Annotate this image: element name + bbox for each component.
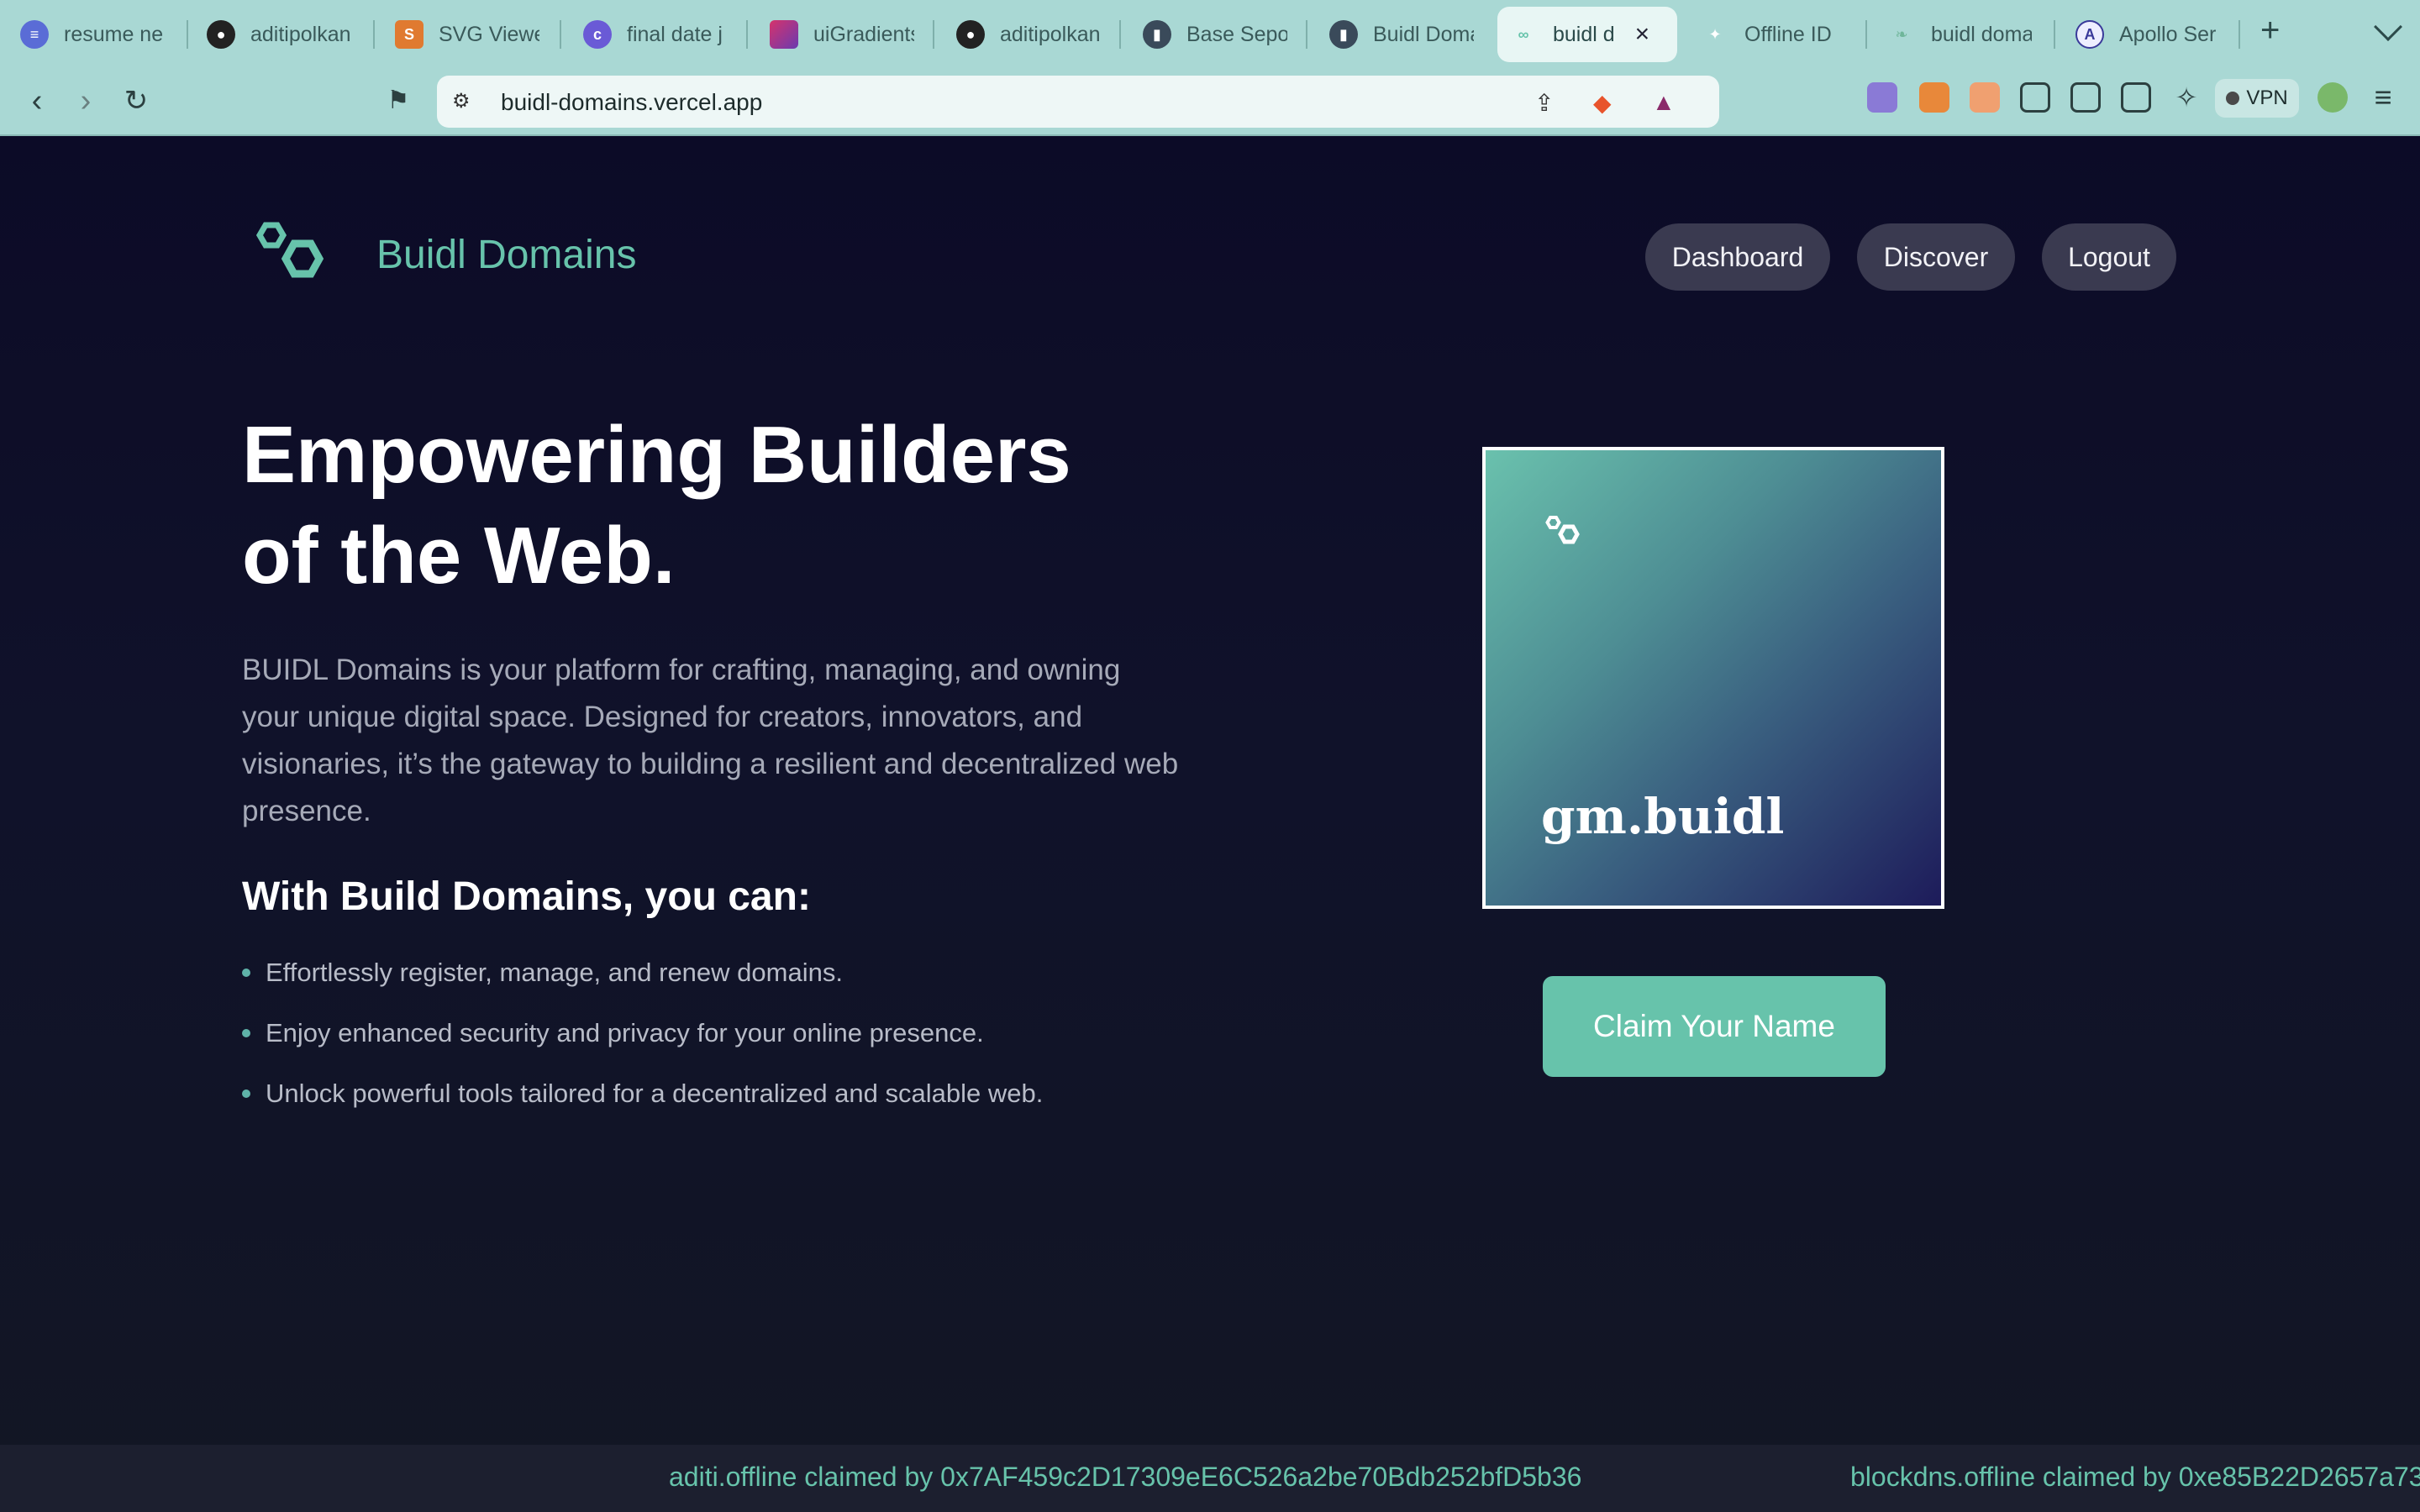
hexagons-icon: ∞ xyxy=(1518,25,1529,43)
leaf-icon: ❧ xyxy=(1895,25,1908,43)
claim-your-name-button[interactable]: Claim Your Name xyxy=(1543,976,1886,1077)
feature-item: Unlock powerful tools tailored for a dec… xyxy=(242,1079,1043,1109)
discover-button[interactable]: Discover xyxy=(1857,223,2015,291)
browser-toolbar: ‹ › ↻ ⚑ ⚙ buidl-domains.vercel.app ⇪ ◆ ▲… xyxy=(0,67,2420,136)
tab-github-1[interactable]: ● aditipolkan xyxy=(207,7,351,62)
github-icon: ● xyxy=(207,20,235,49)
brand-name[interactable]: Buidl Domains xyxy=(376,232,636,278)
logout-button[interactable]: Logout xyxy=(2042,223,2176,291)
browser-tab-bar: ≡ resume ne ● aditipolkan S SVG Viewe c … xyxy=(0,0,2420,67)
metamask-icon[interactable] xyxy=(1919,82,1949,113)
tab-resume[interactable]: ≡ resume ne xyxy=(20,7,163,62)
puzzle-extensions-icon[interactable] xyxy=(2020,82,2050,113)
domain-preview-card: gm.buidl xyxy=(1482,447,1944,909)
buidl-logo-icon xyxy=(1545,516,1580,544)
profile-avatar[interactable] xyxy=(2317,82,2348,113)
tab-apollo[interactable]: A Apollo Ser xyxy=(2075,7,2216,62)
tab-separator xyxy=(1119,20,1121,49)
tab-separator xyxy=(560,20,561,49)
extension-icon[interactable] xyxy=(1867,82,1897,113)
tab-active-buidl[interactable]: ∞ buidl d × xyxy=(1497,7,1677,62)
leo-ai-icon[interactable]: ✧ xyxy=(2171,82,2202,113)
forward-arrow-icon[interactable]: › xyxy=(69,84,103,118)
extension-icon[interactable] xyxy=(1970,82,2000,113)
tab-separator xyxy=(1306,20,1307,49)
ticker-item: blockdns.offline claimed by 0xe85B22D265… xyxy=(1850,1462,2420,1492)
puzzle-icon: ✦ xyxy=(1708,25,1722,43)
url-text[interactable]: buidl-domains.vercel.app xyxy=(501,89,762,116)
tab-github-2[interactable]: ● aditipolkan xyxy=(956,7,1101,62)
tab-offline-id[interactable]: ✦ Offline ID xyxy=(1701,7,1831,62)
sidebar-icon[interactable] xyxy=(2070,82,2101,113)
buidl-logo-icon xyxy=(255,222,324,278)
feature-item: Enjoy enhanced security and privacy for … xyxy=(242,1018,984,1048)
calendar-icon: c xyxy=(583,20,612,49)
share-icon[interactable]: ⇪ xyxy=(1534,89,1554,117)
vpn-button[interactable]: VPN xyxy=(2215,79,2299,118)
tab-buidl-domains[interactable]: ▮ Buidl Doma xyxy=(1329,7,1474,62)
vpn-status-icon xyxy=(2226,92,2240,105)
chart-icon: ▮ xyxy=(1329,20,1358,49)
tab-separator xyxy=(2238,20,2240,49)
tab-buidl-domains-2[interactable]: ❧ buidl doma xyxy=(1887,7,2032,62)
dashboard-button[interactable]: Dashboard xyxy=(1645,223,1830,291)
features-heading: With Build Domains, you can: xyxy=(242,874,811,919)
address-bar[interactable]: ⚙ buidl-domains.vercel.app ⇪ ◆ ▲ xyxy=(437,76,1719,128)
claims-ticker: aditi.offline claimed by 0x7AF459c2D1730… xyxy=(0,1445,2420,1512)
new-tab-plus-icon[interactable]: + xyxy=(2260,12,2280,50)
tab-separator xyxy=(746,20,748,49)
tab-base-sepolia[interactable]: ▮ Base Sepo xyxy=(1143,7,1287,62)
bullet-icon xyxy=(242,1089,250,1098)
card-domain-name: gm.buidl xyxy=(1541,788,1785,845)
tab-separator xyxy=(2054,20,2055,49)
feature-item: Effortlessly register, manage, and renew… xyxy=(242,958,843,988)
tab-separator xyxy=(373,20,375,49)
github-icon: ● xyxy=(956,20,985,49)
brave-shield-icon[interactable]: ◆ xyxy=(1593,89,1612,117)
svg-viewer-icon: S xyxy=(395,20,424,49)
chart-icon: ▮ xyxy=(1143,20,1171,49)
ticker-item: aditi.offline claimed by 0x7AF459c2D1730… xyxy=(669,1462,1582,1492)
brave-rewards-icon[interactable]: ▲ xyxy=(1652,89,1676,116)
apollo-icon: A xyxy=(2075,20,2104,49)
page-content: Buidl Domains Dashboard Discover Logout … xyxy=(0,136,2420,1512)
reload-icon[interactable]: ↻ xyxy=(119,84,153,118)
document-icon: ≡ xyxy=(20,20,49,49)
bullet-icon xyxy=(242,969,250,977)
tab-list-chevron-icon[interactable] xyxy=(2374,13,2402,41)
bullet-icon xyxy=(242,1029,250,1037)
tab-final-date[interactable]: c final date j xyxy=(583,7,723,62)
menu-icon[interactable]: ≡ xyxy=(2368,82,2398,113)
hero-description: BUIDL Domains is your platform for craft… xyxy=(242,654,1179,827)
gradient-icon xyxy=(770,20,798,49)
tab-separator xyxy=(933,20,934,49)
bookmark-icon[interactable]: ⚑ xyxy=(381,84,415,118)
back-arrow-icon[interactable]: ‹ xyxy=(20,84,54,118)
tab-separator xyxy=(1865,20,1867,49)
tab-svg-viewer[interactable]: S SVG Viewe xyxy=(395,7,539,62)
tab-uigradients[interactable]: uiGradients xyxy=(770,7,914,62)
site-settings-icon[interactable]: ⚙ xyxy=(452,89,471,113)
tab-separator xyxy=(187,20,188,49)
close-tab-icon[interactable]: × xyxy=(1635,20,1650,49)
hero-title: Empowering Builders of the Web. xyxy=(242,410,1071,601)
wallet-icon[interactable] xyxy=(2121,82,2151,113)
